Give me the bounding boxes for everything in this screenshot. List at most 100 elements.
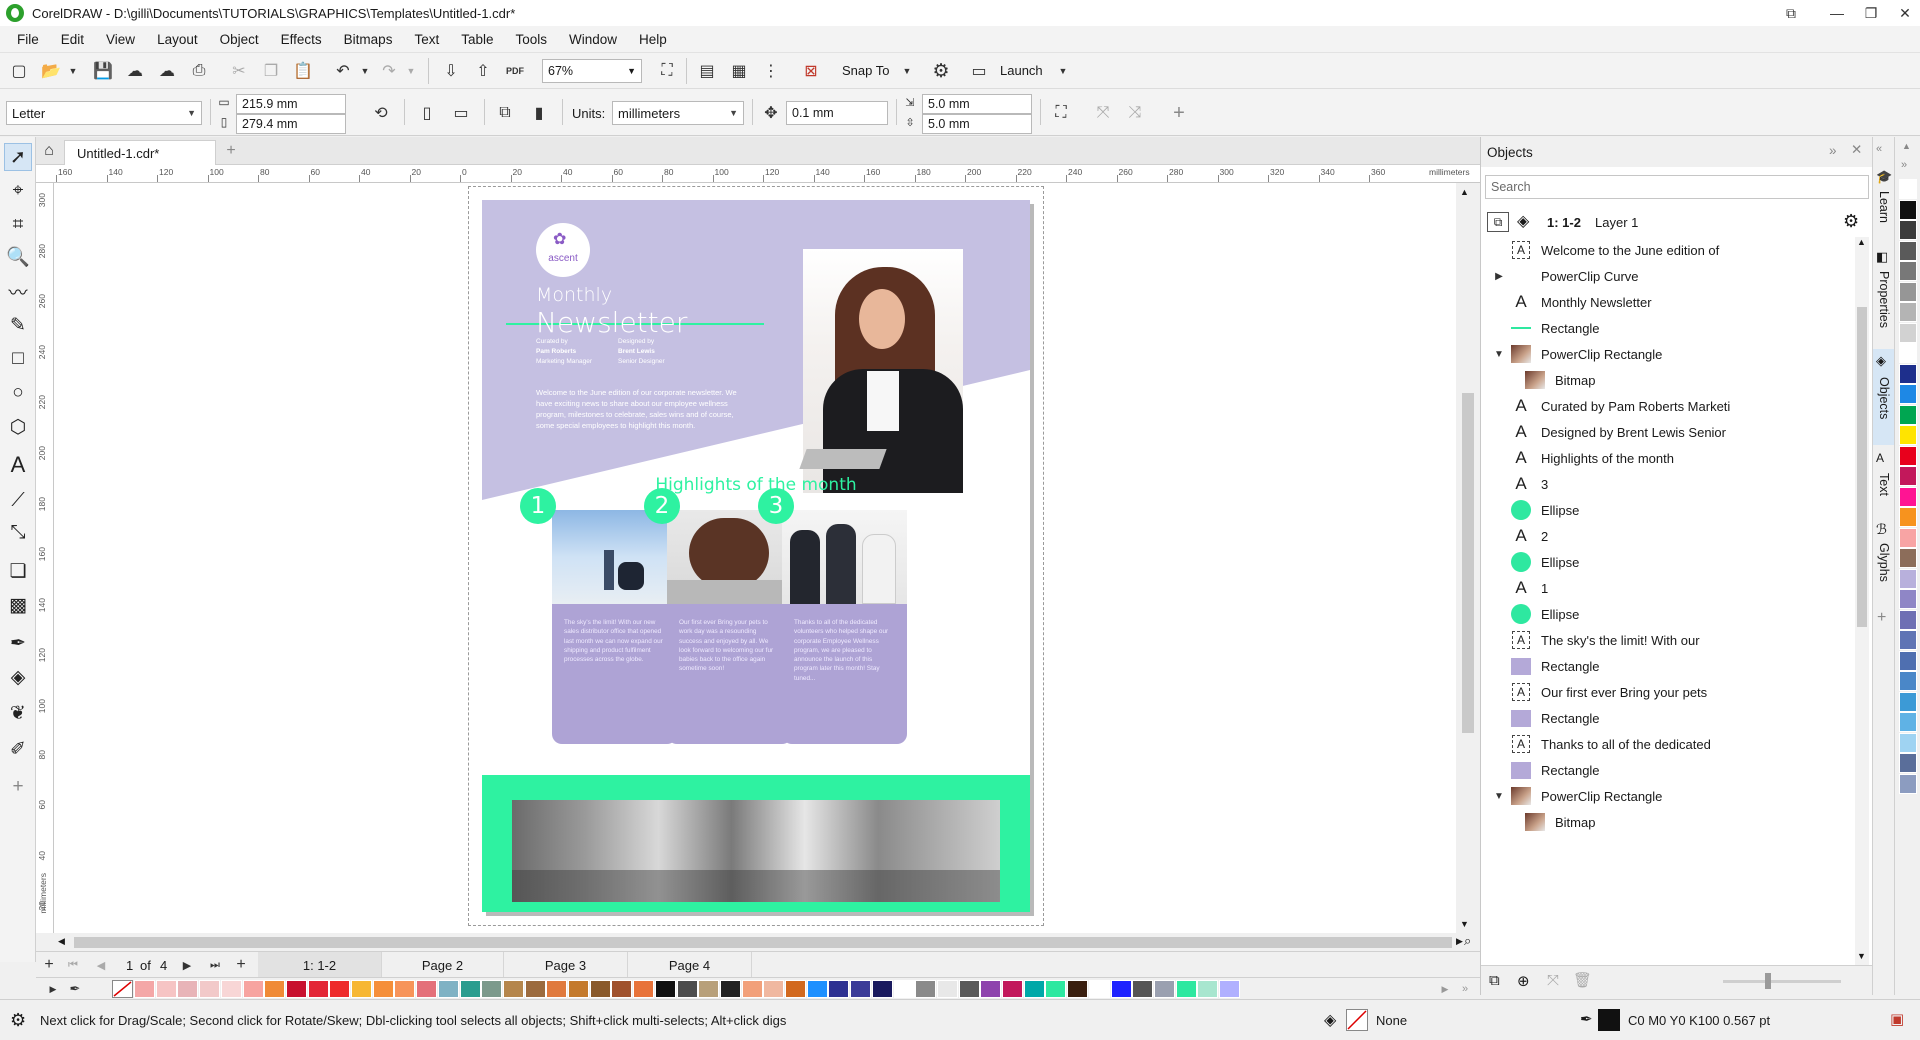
drop-shadow-icon[interactable]: ❏ [4, 557, 32, 585]
color-swatch[interactable] [1899, 773, 1917, 794]
color-swatch[interactable] [1899, 302, 1917, 322]
zoom-slider-thumb[interactable] [1765, 973, 1771, 989]
color-swatch[interactable] [264, 980, 286, 998]
first-page-icon[interactable]: ⏮ [62, 954, 84, 976]
menu-view[interactable]: View [95, 32, 146, 47]
color-swatch[interactable] [1110, 980, 1132, 998]
options-gear-icon[interactable]: ⚙ [930, 60, 952, 82]
color-swatch[interactable] [763, 980, 785, 998]
color-swatch[interactable] [1899, 384, 1917, 404]
object-row[interactable]: A Curated by Pam Roberts Marketi [1481, 393, 1853, 419]
launch-dropdown[interactable]: Launch [1000, 63, 1043, 78]
color-swatch[interactable] [1153, 980, 1175, 998]
zoom-to-page-icon[interactable]: ⛶ [656, 60, 678, 82]
color-swatch[interactable] [1899, 404, 1917, 425]
pick-tool-icon[interactable]: ➚ [4, 143, 32, 171]
scroll-up-icon[interactable]: ▲ [1460, 187, 1469, 197]
zoom-tool-icon[interactable]: 🔍 [4, 243, 32, 271]
layer-options-gear-icon[interactable]: ⚙ [1843, 211, 1859, 232]
color-swatch[interactable] [936, 980, 958, 998]
move-to-layer-icon[interactable]: ⤧ [1547, 972, 1559, 989]
parallel-dimension-icon[interactable]: ⟋ [4, 487, 32, 515]
object-row[interactable]: Ellipse [1481, 601, 1853, 627]
color-swatch[interactable] [719, 980, 741, 998]
collapse-arrow-icon[interactable]: ▼ [1493, 349, 1505, 360]
object-row[interactable]: Bitmap [1481, 367, 1853, 393]
color-swatch[interactable] [1045, 980, 1067, 998]
print-icon[interactable]: ⎙ [188, 60, 210, 82]
color-swatch[interactable] [850, 980, 872, 998]
object-row[interactable]: Bitmap [1481, 809, 1853, 835]
color-swatch[interactable] [1067, 980, 1089, 998]
horizontal-scrollbar[interactable]: ◀ ▶ ⌕ [54, 933, 1480, 951]
color-swatch[interactable] [1002, 980, 1023, 998]
palette-options-icon[interactable]: » [1901, 159, 1907, 171]
delete-icon[interactable]: 🗑 [1573, 971, 1592, 989]
woman-photo[interactable] [799, 249, 963, 493]
object-row[interactable]: A3 [1481, 471, 1853, 497]
color-swatch[interactable] [1197, 980, 1219, 998]
color-swatch[interactable] [1023, 980, 1045, 998]
color-swatch[interactable] [1088, 980, 1110, 998]
color-swatch[interactable] [177, 980, 199, 998]
freehand-tool-icon[interactable]: 〰 [4, 277, 32, 305]
object-row[interactable]: A2 [1481, 523, 1853, 549]
color-swatch[interactable] [524, 980, 546, 998]
portrait-icon[interactable]: ▯ [416, 102, 438, 124]
object-row[interactable]: A The sky's the limit! With our [1481, 627, 1853, 653]
export-pdf-icon[interactable]: PDF [504, 60, 526, 82]
last-page-icon[interactable]: ⏭ [204, 954, 226, 976]
number-circle-3[interactable]: 3 [758, 488, 794, 524]
objects-scrollbar[interactable]: ▲ ▼ [1855, 237, 1869, 967]
fill-swatch[interactable] [1346, 1009, 1368, 1031]
menu-table[interactable]: Table [450, 32, 504, 47]
palette-scroll-right-icon[interactable]: ▶ [1434, 978, 1456, 1000]
color-swatch[interactable] [1899, 343, 1917, 363]
object-row[interactable]: A1 [1481, 575, 1853, 601]
color-swatch[interactable] [1175, 980, 1197, 998]
horizontal-scroll-thumb[interactable] [74, 937, 1452, 948]
color-swatch[interactable] [1899, 691, 1917, 712]
cloud-sync-icon[interactable]: ☁ [156, 60, 178, 82]
paste-icon[interactable]: 📋 [292, 60, 314, 82]
color-swatch[interactable] [1899, 466, 1917, 486]
ascent-logo[interactable]: ✿ ascent [536, 223, 590, 277]
side-tab-properties[interactable]: Properties [1875, 271, 1893, 328]
newsletter-page[interactable]: ✿ ascent Monthly Newsletter Curated by P… [482, 200, 1030, 912]
page-width-field[interactable]: 215.9 mm [236, 94, 346, 114]
no-color-swatch[interactable] [112, 980, 133, 998]
menu-object[interactable]: Object [209, 32, 270, 47]
color-swatch[interactable] [1899, 589, 1917, 609]
color-proof-icon[interactable]: ▣ [1890, 1010, 1904, 1028]
color-eyedropper-icon[interactable]: ✒ [4, 629, 32, 657]
snap-to-dropdown[interactable]: Snap To [842, 63, 889, 78]
color-swatch[interactable] [1899, 240, 1917, 261]
office-photo[interactable] [512, 800, 1000, 902]
objects-search-input[interactable]: Search [1485, 175, 1869, 199]
color-swatch[interactable] [1899, 199, 1917, 220]
color-swatch[interactable] [741, 980, 763, 998]
object-row[interactable]: ▼ PowerClip Rectangle [1481, 341, 1853, 367]
menu-help[interactable]: Help [628, 32, 678, 47]
redo-dropdown-icon[interactable]: ▼ [400, 60, 422, 82]
color-swatch[interactable] [1899, 445, 1917, 466]
scroll-right-icon[interactable]: ▶ [1456, 936, 1463, 947]
grid-icon[interactable]: ▦ [728, 60, 750, 82]
menu-bitmaps[interactable]: Bitmaps [333, 32, 404, 47]
object-row[interactable]: A Monthly Newsletter [1481, 289, 1853, 315]
open-dropdown-icon[interactable]: ▼ [62, 60, 84, 82]
outline-color-swatch[interactable] [1598, 1009, 1620, 1031]
text-tool-icon[interactable]: A [4, 451, 32, 479]
number-circle-2[interactable]: 2 [644, 488, 680, 524]
color-swatch[interactable] [437, 980, 459, 998]
color-swatch[interactable] [785, 980, 806, 998]
color-swatch[interactable] [676, 980, 698, 998]
page-tab-1[interactable]: 1: 1-2 [258, 952, 382, 978]
current-page-size-icon[interactable]: ▮ [528, 102, 550, 124]
object-row[interactable]: ▶ PowerClip Curve [1481, 263, 1853, 289]
vertical-scroll-thumb[interactable] [1462, 393, 1474, 733]
layer-row[interactable]: ⧉ ◈ 1: 1-2 Layer 1 ⚙ [1481, 207, 1873, 237]
object-row[interactable]: Rectangle [1481, 653, 1853, 679]
color-swatch[interactable] [611, 980, 633, 998]
zoom-level-field[interactable]: 67% ▼ [542, 59, 642, 83]
